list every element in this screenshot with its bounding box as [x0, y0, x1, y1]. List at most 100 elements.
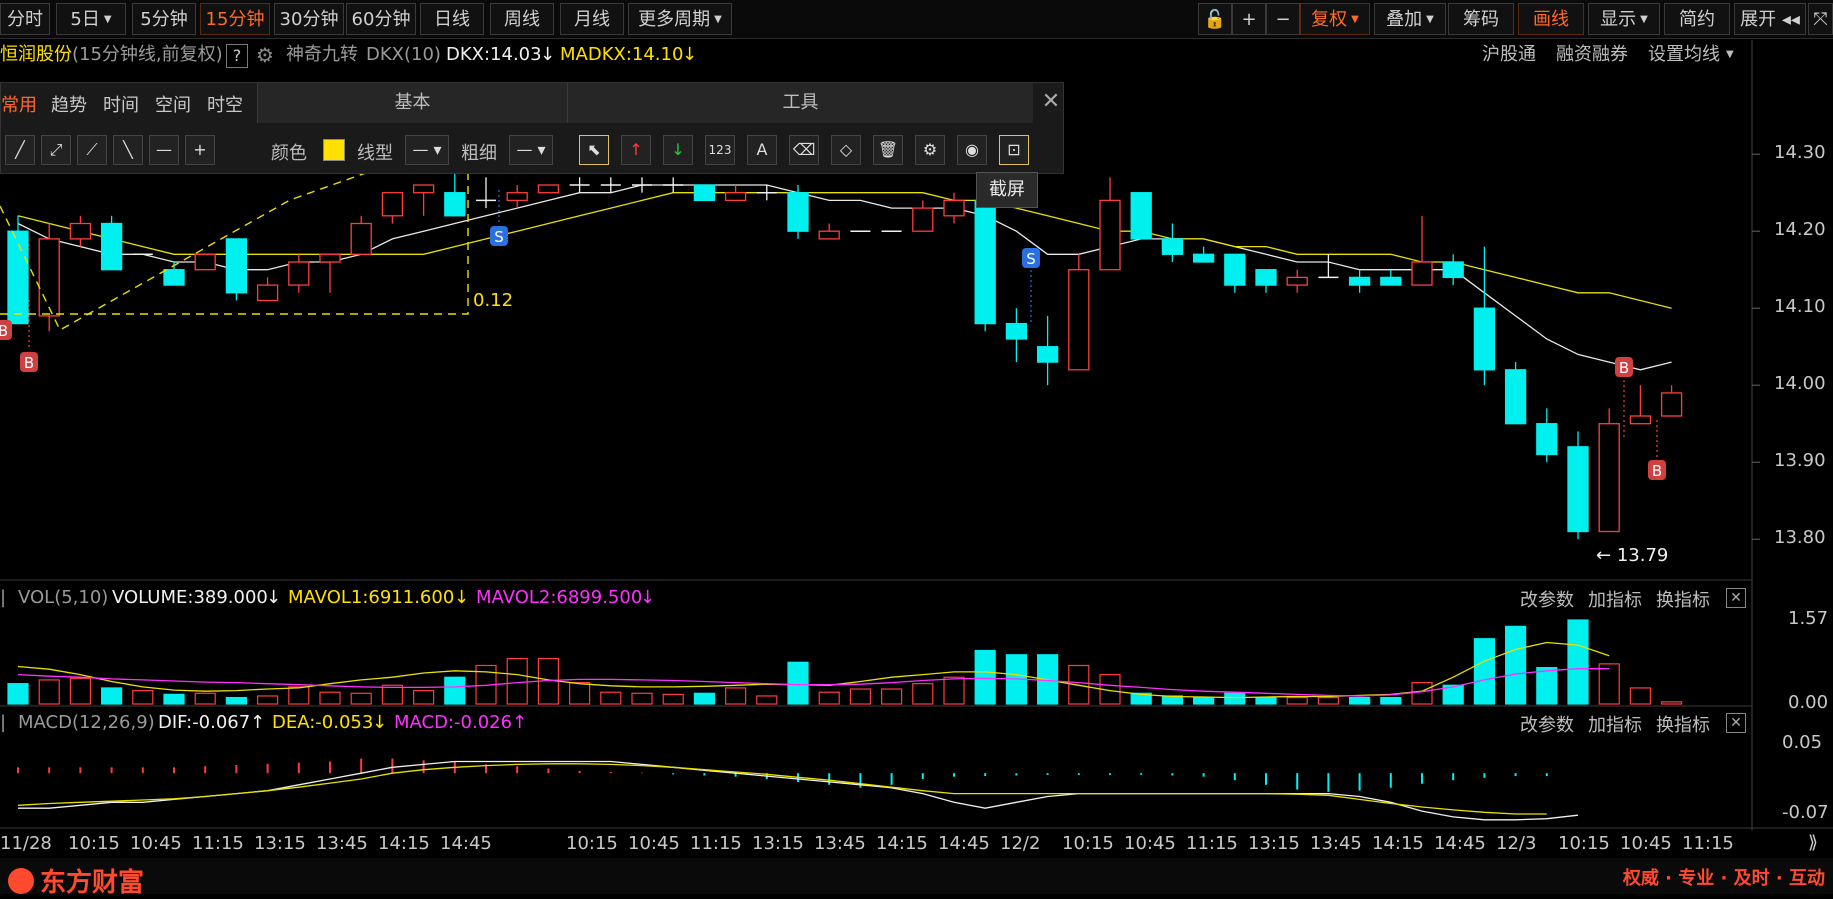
tab-trend[interactable]: 趋势 [51, 91, 87, 117]
tab-spacetime[interactable]: 时空 [207, 91, 243, 117]
line-type-select[interactable]: — ▾ [405, 135, 449, 165]
candle-body [1192, 253, 1215, 263]
text-icon[interactable]: A [747, 135, 777, 165]
candle-body [1224, 253, 1246, 286]
vol-toggle[interactable]: | [0, 585, 6, 611]
dif-arrow-icon: ↑ [250, 712, 266, 733]
volume-bar [100, 687, 123, 705]
vol-edit-params[interactable]: 改参数 [1520, 586, 1574, 612]
price-tick: 14.20 [1774, 219, 1826, 241]
line-tool-1-icon[interactable]: ⤢ [41, 135, 71, 165]
candle-body [194, 253, 216, 271]
tab-space[interactable]: 空间 [155, 91, 191, 117]
macd-add-indicator[interactable]: 加指标 [1588, 711, 1642, 737]
logo-mark-icon [8, 867, 34, 894]
time-tick: 11/28 [0, 833, 52, 854]
eye-icon[interactable]: ◉ [957, 135, 987, 165]
line-tool-4-icon[interactable]: — [149, 135, 179, 165]
volume-bar [1411, 681, 1433, 705]
pointer-icon[interactable]: ⬉ [579, 135, 609, 165]
line-tool-2-icon[interactable]: ⟋ [77, 135, 107, 165]
candle-body [1442, 261, 1464, 279]
dif-line [18, 760, 1579, 821]
volume-bar [756, 695, 778, 705]
volume-bar [506, 657, 528, 705]
candle-body [912, 207, 934, 232]
ruler-icon[interactable]: ⌫ [789, 135, 819, 165]
time-tick: 14:45 [440, 833, 492, 854]
volume-bar [631, 692, 653, 705]
time-tick: 11:15 [690, 833, 742, 854]
vol-close-icon[interactable]: ✕ [1726, 588, 1746, 608]
dea-value: DEA:-0.053 [272, 712, 374, 733]
up-arrow-icon[interactable]: ↑ [621, 135, 651, 165]
footer-bar [0, 858, 1833, 894]
down-arrow-icon[interactable]: ↓ [663, 135, 693, 165]
thickness-select[interactable]: — ▾ [509, 135, 553, 165]
volume-bar [662, 693, 684, 705]
macd-toggle[interactable]: | [0, 710, 6, 736]
candle-body [444, 192, 466, 217]
trash-icon[interactable]: 🗑 [873, 135, 903, 165]
volume-bar [1192, 696, 1215, 705]
volume-bar [444, 676, 466, 705]
gear-icon[interactable]: ⚙ [915, 135, 945, 165]
time-tick: 10:15 [1062, 833, 1114, 854]
line-tool-5-icon[interactable]: + [185, 135, 215, 165]
vol-value: VOLUME:389.000 [112, 587, 268, 608]
dea-line [17, 763, 1547, 815]
time-tick: 10:45 [130, 833, 182, 854]
candle-body [1161, 238, 1184, 255]
screenshot-icon[interactable]: ⊡ [999, 135, 1029, 165]
low-price-label: ← 13.79 [1596, 545, 1669, 566]
candle-body [38, 238, 60, 317]
candle-body [537, 184, 560, 194]
candle-body [1348, 276, 1371, 286]
candle-body [506, 192, 528, 202]
candle-body [1286, 276, 1308, 286]
time-tick: 13:45 [1310, 833, 1362, 854]
candle-body [381, 192, 404, 217]
candle-body [256, 284, 279, 302]
candle-body [943, 199, 965, 217]
tab-time[interactable]: 时间 [103, 91, 139, 117]
mavol2-value: MAVOL2:6899.500 [476, 587, 643, 608]
vol-switch-indicator[interactable]: 换指标 [1656, 586, 1710, 612]
time-tick: 10:45 [1124, 833, 1176, 854]
vol-add-indicator[interactable]: 加指标 [1588, 586, 1642, 612]
price-tick: 14.30 [1774, 142, 1826, 164]
candle-body [1598, 423, 1620, 533]
mavol1-line [17, 641, 1610, 699]
close-icon[interactable]: ✕ [1041, 91, 1061, 113]
volume-bar [880, 688, 903, 705]
line-tool-3-icon[interactable]: ╲ [113, 135, 143, 165]
time-tick: 14:45 [1434, 833, 1486, 854]
section-basic: 基本 [257, 83, 567, 123]
time-tick: 14:15 [1372, 833, 1424, 854]
line-tool-0-icon[interactable]: ╱ [5, 135, 35, 165]
candle-body [319, 253, 341, 263]
candle-body [693, 184, 716, 202]
price-tick: 13.80 [1774, 527, 1826, 549]
macd-switch-indicator[interactable]: 换指标 [1656, 711, 1710, 737]
volume-bar [350, 692, 372, 705]
macd-tick: -0.07 [1782, 802, 1829, 823]
tab-common[interactable]: 常用 [1, 91, 37, 117]
candle-body [1068, 269, 1090, 371]
time-tick: 10:15 [1558, 833, 1610, 854]
macd-close-icon[interactable]: ✕ [1726, 713, 1746, 733]
color-swatch[interactable] [323, 139, 345, 161]
number-icon[interactable]: 123 [705, 135, 735, 165]
volume-bar [69, 677, 92, 705]
eraser-icon[interactable]: ◇ [831, 135, 861, 165]
volume-bar [1380, 696, 1402, 705]
volume-bar [38, 679, 60, 705]
candle-body [1380, 276, 1402, 286]
expand-time-icon[interactable]: ⟫ [1808, 832, 1818, 853]
time-tick: 11:15 [1682, 833, 1734, 854]
macd-arrow-icon: ↑ [512, 712, 528, 733]
time-tick: 14:45 [938, 833, 990, 854]
macd-edit-params[interactable]: 改参数 [1520, 711, 1574, 737]
thickness-label: 粗细 [461, 143, 497, 164]
buy-signal-text: B [0, 322, 8, 340]
